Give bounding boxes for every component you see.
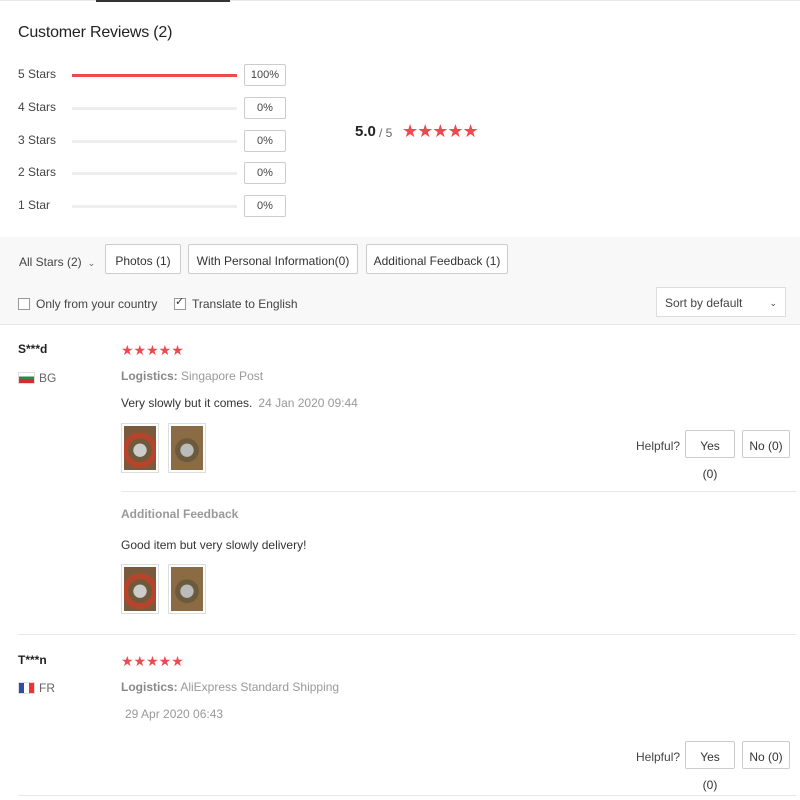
reviewer-name: T***n: [18, 653, 47, 667]
review-date: 29 Apr 2020 06:43: [125, 707, 224, 721]
photos-filter-button[interactable]: Photos (1): [105, 244, 181, 274]
chevron-down-icon: ⌄: [769, 298, 777, 308]
country-code: FR: [39, 681, 55, 695]
translate-checkbox[interactable]: Translate to English: [174, 295, 298, 311]
helpful-yes-button[interactable]: Yes (0): [685, 430, 735, 481]
review-logistics: Logistics: Singapore Post: [121, 369, 263, 383]
average-stars-icon: ★★★★★: [402, 121, 479, 141]
country-code: BG: [39, 371, 57, 385]
distribution-row-2[interactable]: 2 Stars 0%: [18, 162, 298, 184]
all-stars-label: All Stars (2): [19, 255, 82, 269]
additional-feedback-title: Additional Feedback: [121, 507, 239, 521]
translate-label: Translate to English: [192, 297, 298, 311]
review-date: 24 Jan 2020 09:44: [258, 396, 358, 410]
distribution-bar: [72, 172, 237, 175]
helpful-no-button[interactable]: No (0): [742, 430, 790, 458]
distribution-fill: [72, 74, 237, 77]
reviewer-name: S***d: [18, 342, 48, 356]
review-photo: [124, 426, 156, 470]
distribution-row-3[interactable]: 3 Stars 0%: [18, 130, 298, 152]
all-stars-dropdown[interactable]: All Stars (2) ⌄: [19, 255, 95, 269]
review-divider: [18, 634, 796, 635]
distribution-row-1[interactable]: 1 Star 0%: [18, 195, 298, 217]
helpful-yes-button[interactable]: Yes (0): [685, 741, 735, 792]
feedback-divider: [121, 491, 796, 492]
review-stars-icon: ★★★★★: [121, 342, 184, 358]
feedback-photo: [171, 567, 203, 611]
flag-icon: [18, 372, 35, 384]
sort-label: Sort by default: [665, 296, 743, 310]
review-logistics: Logistics: AliExpress Standard Shipping: [121, 680, 339, 694]
review-stars-icon: ★★★★★: [121, 653, 184, 669]
only-country-label: Only from your country: [36, 297, 158, 311]
review-text: 29 Apr 2020 06:43: [119, 707, 223, 721]
reviewer-country: BG: [18, 371, 56, 385]
reviewer-country: FR: [18, 681, 55, 695]
distribution-percent: 0%: [244, 130, 286, 152]
additional-feedback-text: Good item but very slowly delivery!: [121, 538, 307, 552]
checkbox-checked-icon: [174, 295, 186, 310]
distribution-label: 5 Stars: [18, 67, 57, 81]
review-photo-thumbnail[interactable]: [168, 423, 206, 473]
distribution-percent: 0%: [244, 97, 286, 119]
review-divider: [18, 795, 796, 796]
sort-select[interactable]: Sort by default ⌄: [656, 287, 786, 317]
distribution-bar: [72, 205, 237, 208]
score-denominator: / 5: [379, 126, 393, 140]
review-photo-thumbnail[interactable]: [121, 423, 159, 473]
helpful-label: Helpful?: [636, 750, 681, 764]
distribution-label: 3 Stars: [18, 133, 57, 147]
distribution-percent: 0%: [244, 162, 286, 184]
only-country-checkbox[interactable]: Only from your country: [18, 297, 157, 311]
section-title: Customer Reviews (2): [18, 24, 173, 41]
personal-info-filter-button[interactable]: With Personal Information(0): [188, 244, 358, 274]
logistics-label: Logistics:: [121, 369, 178, 383]
feedback-photo-thumbnail[interactable]: [168, 564, 206, 614]
distribution-row-5[interactable]: 5 Stars 100%: [18, 64, 298, 86]
logistics-value: AliExpress Standard Shipping: [180, 680, 340, 694]
logistics-value: Singapore Post: [181, 369, 264, 383]
helpful-label: Helpful?: [636, 439, 681, 453]
review-photo: [171, 426, 203, 470]
flag-icon: [18, 682, 35, 694]
distribution-label: 1 Star: [18, 198, 51, 212]
feedback-photo-thumbnail[interactable]: [121, 564, 159, 614]
average-score: 5.0: [355, 123, 376, 140]
chevron-down-icon: ⌄: [87, 258, 96, 268]
review-text: Very slowly but it comes. 24 Jan 2020 09:…: [121, 396, 358, 410]
distribution-percent: 0%: [244, 195, 286, 217]
distribution-bar: [72, 140, 237, 143]
distribution-bar: [72, 107, 237, 110]
review-body: Very slowly but it comes.: [121, 396, 253, 410]
distribution-row-4[interactable]: 4 Stars 0%: [18, 97, 298, 119]
logistics-label: Logistics:: [121, 680, 178, 694]
distribution-label: 4 Stars: [18, 100, 57, 114]
active-tab-indicator: [96, 0, 230, 2]
feedback-photo: [124, 567, 156, 611]
checkbox-unchecked-icon: [18, 298, 30, 310]
distribution-label: 2 Stars: [18, 165, 57, 179]
distribution-bar: [72, 74, 237, 77]
distribution-percent: 100%: [244, 64, 286, 86]
additional-feedback-filter-button[interactable]: Additional Feedback (1): [366, 244, 508, 274]
helpful-no-button[interactable]: No (0): [742, 741, 790, 769]
